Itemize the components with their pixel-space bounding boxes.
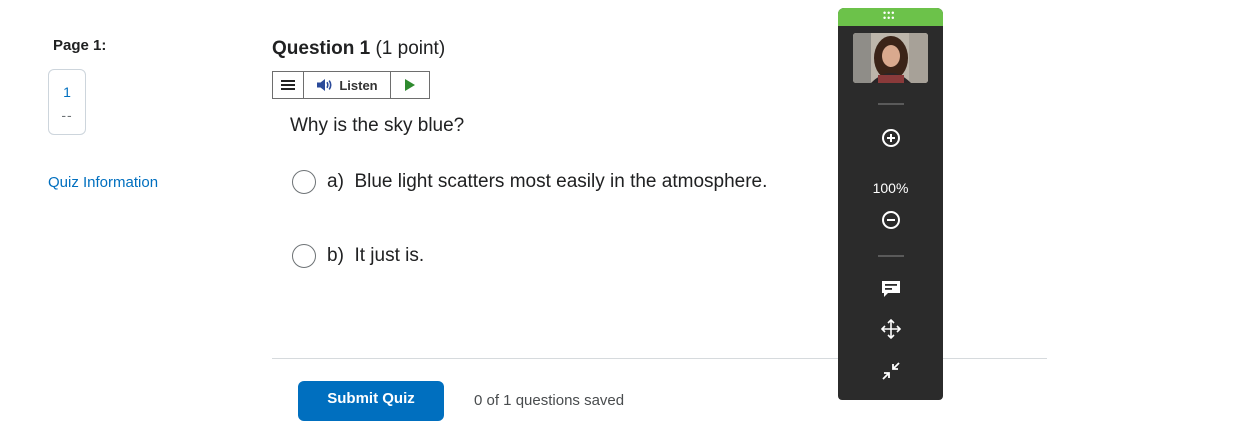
option-a-text: Blue light scatters most easily in the a… bbox=[354, 171, 768, 192]
toolbar-drag-handle[interactable]: ••• ••• bbox=[838, 8, 943, 26]
answer-option-b[interactable]: b) It just is. bbox=[292, 244, 424, 268]
radio-button-a[interactable] bbox=[292, 170, 316, 194]
chat-icon[interactable] bbox=[878, 276, 904, 302]
option-b-text: It just is. bbox=[354, 245, 425, 266]
submit-quiz-button[interactable]: Submit Quiz bbox=[298, 381, 444, 421]
question-status: -- bbox=[61, 107, 73, 123]
collapse-icon[interactable] bbox=[878, 358, 904, 384]
question-text: Why is the sky blue? bbox=[290, 115, 465, 136]
answer-option-a[interactable]: a) Blue light scatters most easily in th… bbox=[292, 170, 767, 194]
menu-icon[interactable] bbox=[273, 72, 304, 98]
read-aloud-toolbar: Listen bbox=[272, 71, 430, 99]
question-number-title: Question 1 bbox=[272, 38, 371, 59]
move-icon[interactable] bbox=[878, 316, 904, 342]
floating-zoom-toolbar: ••• ••• 100% bbox=[838, 8, 943, 400]
question-number[interactable]: 1 bbox=[49, 84, 85, 100]
option-b-letter: b) bbox=[327, 245, 344, 266]
question-title: Question 1 (1 point) bbox=[272, 38, 445, 60]
drag-grip-icon: ••• ••• bbox=[883, 8, 896, 23]
listen-label: Listen bbox=[339, 77, 378, 93]
quiz-information-link[interactable]: Quiz Information bbox=[48, 174, 158, 191]
play-button[interactable] bbox=[391, 72, 429, 98]
page-label: Page 1: bbox=[53, 37, 107, 54]
zoom-level: 100% bbox=[872, 180, 909, 196]
zoom-out-icon[interactable] bbox=[878, 207, 904, 233]
option-a-letter: a) bbox=[327, 171, 344, 192]
toolbar-separator bbox=[878, 255, 904, 257]
zoom-in-icon[interactable] bbox=[878, 125, 904, 151]
question-points: (1 point) bbox=[370, 38, 446, 59]
webcam-preview[interactable] bbox=[853, 33, 928, 83]
radio-button-b[interactable] bbox=[292, 244, 316, 268]
speaker-icon bbox=[317, 79, 332, 91]
toolbar-separator bbox=[878, 103, 904, 105]
listen-button[interactable]: Listen bbox=[304, 72, 391, 98]
questions-saved-status: 0 of 1 questions saved bbox=[474, 392, 625, 409]
page-1-question-nav[interactable]: 1 -- bbox=[48, 69, 86, 135]
play-icon bbox=[405, 79, 415, 91]
